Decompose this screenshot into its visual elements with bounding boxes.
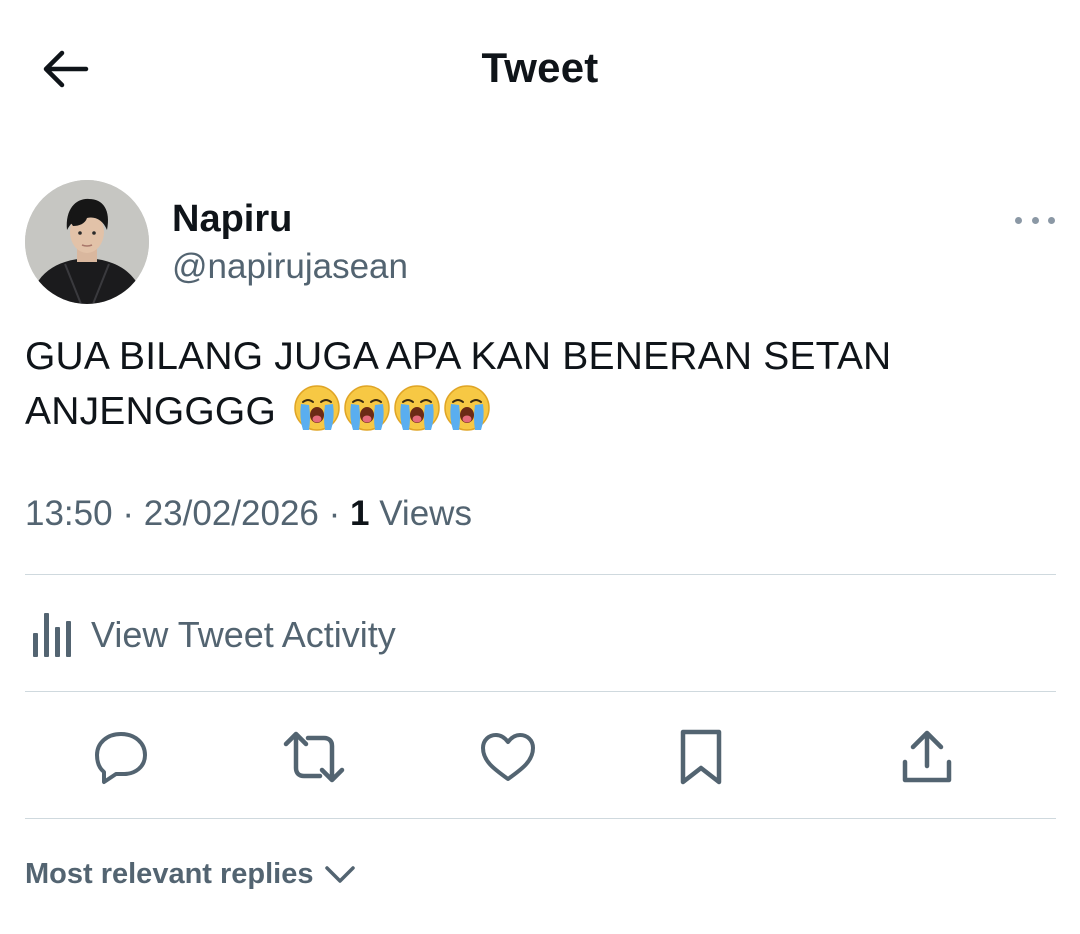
views-label: Views [379,494,472,533]
like-icon [481,733,535,781]
replies-sort-label: Most relevant replies [25,858,314,890]
author-display-name[interactable]: Napiru [172,198,292,241]
tweet-actions-bar [0,722,1080,792]
meta-separator: · [328,494,341,533]
retweet-button[interactable] [279,722,349,792]
tweet-author: Napiru @napirujasean [25,180,1055,306]
more-dot [1015,216,1022,224]
bookmark-button[interactable] [666,722,736,792]
bar-chart-icon [33,613,71,657]
more-options-button[interactable] [1015,210,1055,230]
top-bar: Tweet [0,0,1080,140]
avatar-photo [25,180,149,304]
tweet-meta: 13:50 · 23/02/2026 · 1 Views [25,494,472,534]
share-button[interactable] [892,722,962,792]
chevron-down-icon [324,864,356,886]
tweet-date: 23/02/2026 [143,494,319,533]
page-title: Tweet [481,44,599,91]
replies-sort-dropdown[interactable]: Most relevant replies [25,858,356,891]
reply-button[interactable] [86,722,156,792]
more-dot [1031,216,1039,224]
like-button[interactable] [473,722,543,792]
more-dot [1048,216,1055,224]
author-handle[interactable]: @napirujasean [172,247,408,287]
view-tweet-activity-label: View Tweet Activity [91,614,396,655]
tweet-text-block: GUA BILANG JUGA APA KAN BENERAN SETAN AN… [25,330,1045,439]
bookmark-icon [680,729,722,785]
view-tweet-activity-link[interactable]: View Tweet Activity [25,610,396,660]
avatar[interactable] [25,180,149,304]
divider [25,691,1056,692]
divider [25,574,1056,575]
reply-icon [95,732,147,784]
emoji-group [294,385,491,431]
retweet-icon [283,731,345,783]
views-count: 1 [350,494,370,533]
meta-separator: · [122,494,134,533]
divider [25,818,1056,819]
loudly-crying-face-icon [293,384,491,432]
tweet-time: 13:50 [25,494,113,533]
share-icon [902,730,952,783]
